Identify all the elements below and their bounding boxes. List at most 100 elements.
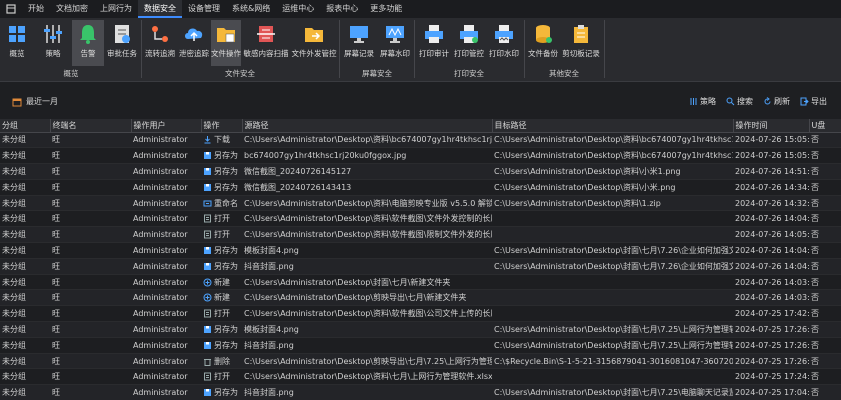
table-row[interactable]: 未分组旺 Administrator 打开 C:\Users\Administrato… bbox=[0, 305, 841, 323]
screen-record-button[interactable]: 屏幕记录 bbox=[342, 20, 376, 66]
cell-target-path bbox=[492, 274, 733, 291]
cell-usb: 否 bbox=[809, 353, 841, 370]
cell-usb: 否 bbox=[809, 226, 841, 244]
menu-item-0[interactable]: 开始 bbox=[22, 0, 50, 18]
print-control-button[interactable]: 打印管控 bbox=[452, 20, 486, 66]
column-header-5[interactable]: 目标路径 bbox=[492, 119, 734, 133]
table-row[interactable]: 未分组旺 Administrator 新建 C:\Users\Administrato… bbox=[0, 274, 841, 291]
operation-label: 另存为 bbox=[214, 324, 238, 334]
operation-label: 另存为 bbox=[214, 182, 238, 192]
sensitive-scan-button[interactable]: 敏感内容扫描 bbox=[243, 20, 289, 66]
table-row[interactable]: 未分组旺 Administrator 下载 C:\Users\Administrato… bbox=[0, 132, 841, 149]
table-row[interactable]: 未分组旺 Administrator 另存为 抖音封面.png C:\Users\Adm… bbox=[0, 384, 841, 400]
table-row[interactable]: 未分组旺 Administrator 另存为 抖音封面.png C:\Users\Adm… bbox=[0, 337, 841, 354]
cell-operation: 删除 bbox=[201, 353, 242, 370]
print-audit-button[interactable]: 打印审计 bbox=[417, 20, 451, 66]
outgoing-control-button[interactable]: 文件外发管控 bbox=[291, 20, 337, 66]
cell-usb: 否 bbox=[809, 321, 841, 338]
menu-item-3[interactable]: 数据安全 bbox=[138, 0, 182, 18]
menu-item-7[interactable]: 报表中心 bbox=[320, 0, 364, 18]
cell-operation: 另存为 bbox=[201, 337, 242, 354]
cell-terminal: 旺 bbox=[50, 242, 131, 259]
open-file-icon bbox=[204, 230, 211, 239]
cell-operation: 另存为 bbox=[201, 147, 242, 165]
policy-action-button[interactable]: 策略 bbox=[689, 96, 716, 107]
table-row[interactable]: 未分组旺 Administrator 新建 C:\Users\Administrato… bbox=[0, 289, 841, 307]
policy-label: 策略 bbox=[45, 49, 61, 58]
table-row[interactable]: 未分组旺 Administrator 另存为 模板封面4.png C:\Users\Ad… bbox=[0, 321, 841, 338]
column-header-3[interactable]: 操作 bbox=[201, 119, 243, 133]
flow-trace-icon bbox=[152, 26, 168, 42]
cell-time: 2024-07-26 14:03:48 bbox=[733, 274, 809, 291]
table-row[interactable]: 未分组旺 Administrator 打开 C:\Users\Administrato… bbox=[0, 210, 841, 228]
table-row[interactable]: 未分组旺 Administrator 另存为 模板封面4.png C:\Users\Ad… bbox=[0, 242, 841, 259]
table-row[interactable]: 未分组旺 Administrator 打开 C:\Users\Administrato… bbox=[0, 368, 841, 386]
date-range-selector[interactable]: 最近一月 bbox=[12, 96, 58, 107]
menu-item-8[interactable]: 更多功能 bbox=[364, 0, 408, 18]
export-action-button[interactable]: 导出 bbox=[800, 96, 827, 107]
menu-item-2[interactable]: 上网行为 bbox=[94, 0, 138, 18]
table-row[interactable]: 未分组旺 Administrator 打开 C:\Users\Administrato… bbox=[0, 226, 841, 244]
table-row[interactable]: 未分组旺 Administrator 另存为 抖音封面.png C:\Users\Adm… bbox=[0, 258, 841, 275]
menu-item-6[interactable]: 运维中心 bbox=[276, 0, 320, 18]
column-header-1[interactable]: 终端名 bbox=[50, 119, 132, 133]
cell-usb: 否 bbox=[809, 258, 841, 275]
cell-user: Administrator bbox=[131, 147, 201, 165]
cell-group: 未分组 bbox=[0, 274, 50, 291]
cell-user: Administrator bbox=[131, 289, 201, 307]
cell-time: 2024-07-26 14:34:20 bbox=[733, 179, 809, 196]
menu-bar: 开始 文档加密 上网行为 数据安全 设备管理 系统&网络 运维中心 报表中心 更多功能 bbox=[0, 0, 841, 18]
overview-button[interactable]: 概览 bbox=[4, 20, 30, 66]
monitor-watermark-icon bbox=[386, 26, 404, 43]
approval-task-button[interactable]: 审批任务 bbox=[106, 20, 138, 66]
trash-icon bbox=[204, 358, 211, 366]
column-header-7[interactable]: U盘 bbox=[809, 119, 841, 133]
cell-time: 2024-07-25 17:26:44 bbox=[733, 353, 809, 370]
cell-terminal: 旺 bbox=[50, 353, 131, 370]
table-row[interactable]: 未分组旺 Administrator 另存为 微信截图_20240726143413 C… bbox=[0, 179, 841, 196]
table-row[interactable]: 未分组旺 Administrator 重命名 C:\Users\Administrat… bbox=[0, 195, 841, 212]
policy-button[interactable]: 策略 bbox=[36, 20, 70, 66]
cell-time: 2024-07-25 17:26:51 bbox=[733, 337, 809, 354]
cell-user: Administrator bbox=[131, 163, 201, 180]
app-logo-icon[interactable] bbox=[0, 0, 22, 18]
cell-target-path: C:\Users\Administrator\Desktop\封面\七月\7.2… bbox=[492, 337, 733, 354]
cell-source-path: 模板封面4.png bbox=[242, 242, 492, 259]
column-header-0[interactable]: 分组 bbox=[0, 119, 51, 133]
cell-time: 2024-07-26 14:32:18 bbox=[733, 195, 809, 212]
menu-item-4[interactable]: 设备管理 bbox=[182, 0, 226, 18]
leak-track-button[interactable]: 泄密追踪 bbox=[178, 20, 210, 66]
cell-target-path bbox=[492, 305, 733, 323]
cell-time: 2024-07-25 17:24:47 bbox=[733, 368, 809, 386]
refresh-action-button[interactable]: 刷新 bbox=[763, 96, 790, 107]
file-operation-button[interactable]: 文件操作 bbox=[211, 20, 241, 66]
cell-source-path: C:\Users\Administrator\Desktop\剪映导出\七月\7… bbox=[242, 353, 492, 370]
cell-user: Administrator bbox=[131, 226, 201, 244]
cell-operation: 另存为 bbox=[201, 258, 242, 275]
table-row[interactable]: 未分组旺 Administrator 另存为 微信截图_20240726145127 C… bbox=[0, 163, 841, 180]
print-control-label: 打印管控 bbox=[454, 49, 484, 58]
alert-button[interactable]: 告警 bbox=[72, 20, 104, 66]
clipboard-record-button[interactable]: 剪切板记录 bbox=[561, 20, 601, 66]
search-action-button[interactable]: 搜索 bbox=[726, 96, 753, 107]
flow-trace-button[interactable]: 流转追溯 bbox=[144, 20, 176, 66]
menu-item-5[interactable]: 系统&网络 bbox=[226, 0, 276, 18]
cell-terminal: 旺 bbox=[50, 258, 131, 275]
menu-item-1[interactable]: 文档加密 bbox=[50, 0, 94, 18]
scan-icon bbox=[257, 26, 275, 42]
cell-group: 未分组 bbox=[0, 368, 50, 386]
cell-terminal: 旺 bbox=[50, 305, 131, 323]
screen-watermark-button[interactable]: 屏幕水印 bbox=[378, 20, 412, 66]
cell-time: 2024-07-26 14:05:01 bbox=[733, 226, 809, 244]
file-backup-button[interactable]: 文件备份 bbox=[527, 20, 559, 66]
operation-label: 打开 bbox=[214, 309, 230, 319]
table-row[interactable]: 未分组旺 Administrator 另存为 bc674007gy1hr4tkhsc1… bbox=[0, 147, 841, 165]
column-header-2[interactable]: 操作用户 bbox=[131, 119, 202, 133]
cell-user: Administrator bbox=[131, 384, 201, 400]
column-header-6[interactable]: 操作时间 bbox=[733, 119, 810, 133]
print-watermark-button[interactable]: 打印水印 bbox=[487, 20, 521, 66]
column-header-4[interactable]: 源路径 bbox=[242, 119, 493, 133]
cell-terminal: 旺 bbox=[50, 368, 131, 386]
save-as-icon bbox=[204, 325, 211, 333]
table-row[interactable]: 未分组旺 Administrator 删除 C:\Users\Administrato… bbox=[0, 353, 841, 370]
